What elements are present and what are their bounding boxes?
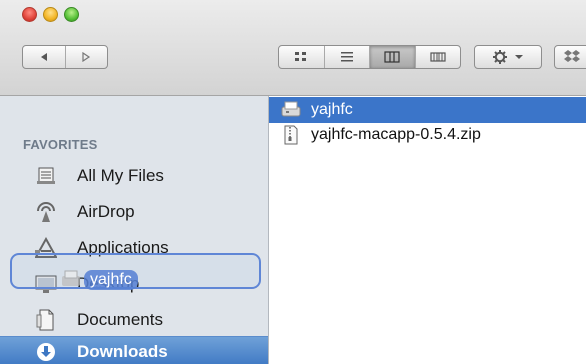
back-arrow-icon [40, 53, 47, 61]
sidebar-item-label: Downloads [77, 342, 168, 361]
fax-app-icon [281, 101, 301, 117]
dropbox-icon [564, 50, 580, 62]
file-item-yajhfc[interactable]: yajhfc [269, 97, 586, 123]
icon-view-icon [295, 52, 307, 61]
view-mode-control [278, 45, 461, 69]
forward-arrow-icon [82, 52, 91, 62]
downloads-icon [35, 341, 57, 363]
zip-file-icon [284, 125, 298, 145]
finder-window: FAVORITES All My Files AirDrop Applicati… [0, 0, 586, 364]
file-name: yajhfc [311, 101, 353, 118]
sidebar: FAVORITES All My Files AirDrop Applicati… [0, 96, 269, 364]
drag-ghost-label: yajhfc [84, 270, 138, 290]
favorites-section-title: FAVORITES [23, 137, 98, 152]
gear-icon [493, 50, 507, 64]
sidebar-item-downloads[interactable]: Downloads [0, 336, 268, 364]
sidebar-item-airdrop[interactable]: AirDrop [0, 194, 268, 230]
list-view-button[interactable] [325, 46, 370, 68]
toolbar [0, 0, 586, 96]
close-button[interactable] [22, 7, 37, 22]
file-column: yajhfc yajhfc-macapp-0.5.4.zip [269, 96, 586, 364]
sidebar-item-label: Documents [77, 310, 163, 329]
zoom-button[interactable] [64, 7, 79, 22]
file-item-zip[interactable]: yajhfc-macapp-0.5.4.zip [269, 122, 586, 148]
fax-app-icon [62, 270, 80, 286]
sidebar-item-documents[interactable]: Documents [0, 302, 268, 338]
all-my-files-icon [35, 165, 57, 187]
back-button[interactable] [23, 46, 65, 68]
cover-flow-icon [430, 52, 446, 62]
cover-flow-button[interactable] [416, 46, 461, 68]
airdrop-icon [35, 201, 57, 223]
column-view-icon [384, 51, 400, 63]
sidebar-item-all-my-files[interactable]: All My Files [0, 158, 268, 194]
icon-view-button[interactable] [279, 46, 325, 68]
action-menu-button[interactable] [474, 45, 542, 69]
back-forward-control [22, 45, 108, 69]
sidebar-item-label: AirDrop [77, 202, 135, 221]
sidebar-item-label: All My Files [77, 166, 164, 185]
documents-icon [35, 309, 57, 331]
dropbox-button[interactable] [554, 45, 586, 69]
forward-button[interactable] [66, 46, 108, 68]
file-name: yajhfc-macapp-0.5.4.zip [311, 126, 481, 143]
chevron-down-icon [515, 55, 523, 59]
column-view-button[interactable] [370, 46, 416, 68]
minimize-button[interactable] [43, 7, 58, 22]
drag-ghost: yajhfc [60, 270, 138, 290]
list-view-icon [340, 52, 353, 62]
